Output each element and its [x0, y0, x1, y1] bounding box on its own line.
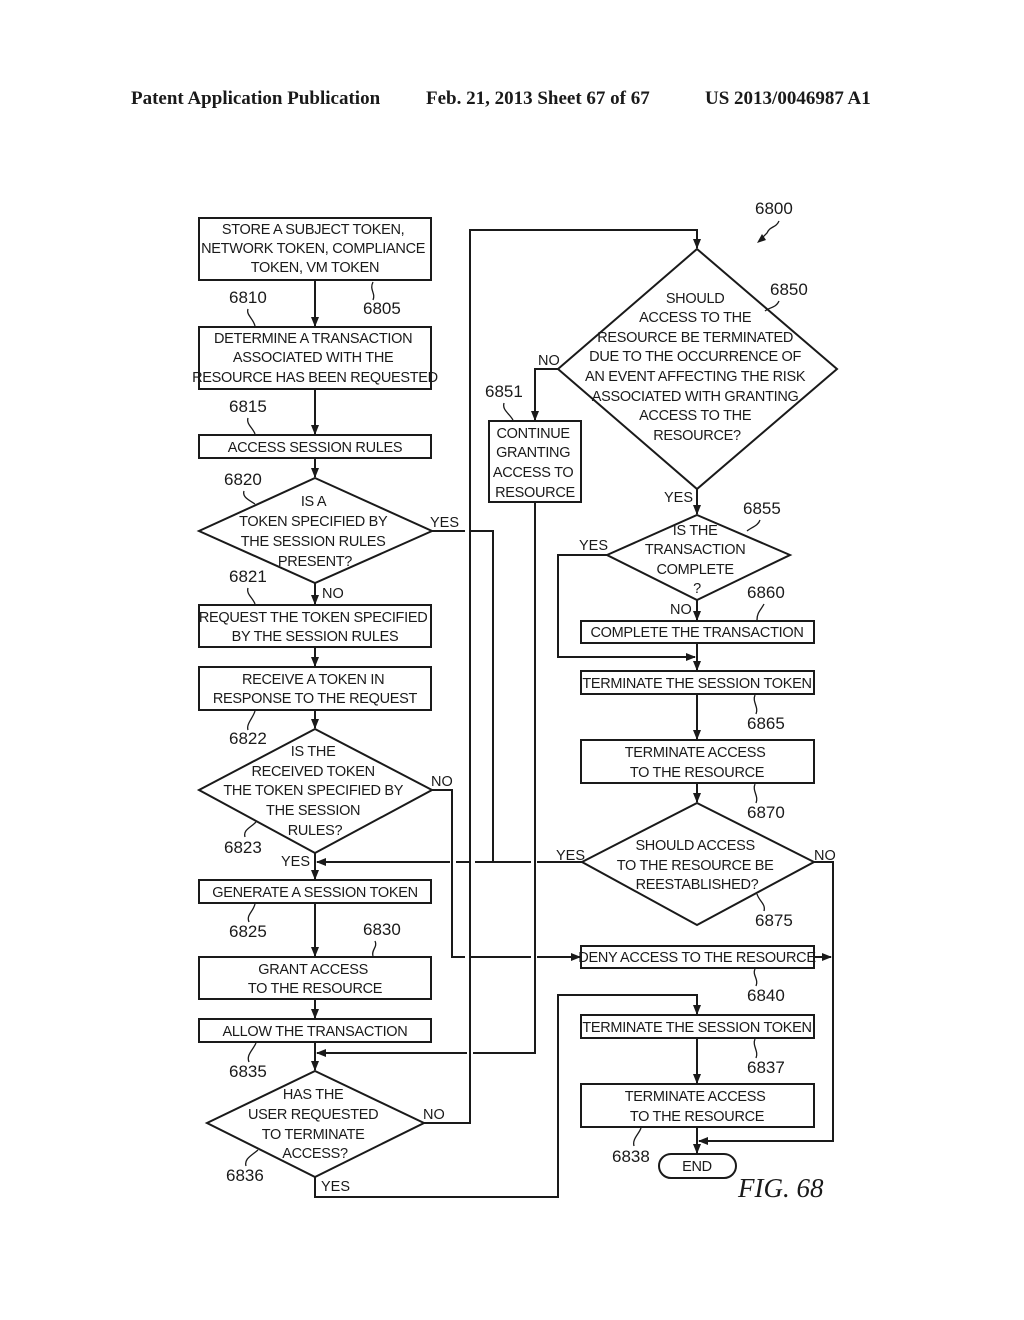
ref-6800: 6800: [755, 199, 793, 218]
svg-text:GENERATE A SESSION TOKEN: GENERATE A SESSION TOKEN: [212, 885, 418, 901]
node-6805: STORE A SUBJECT TOKEN, NETWORK TOKEN, CO…: [198, 217, 432, 281]
svg-text:ACCESS SESSION RULES: ACCESS SESSION RULES: [228, 440, 403, 456]
node-6835: ALLOW THE TRANSACTION: [198, 1018, 432, 1043]
node-6860: COMPLETE THE TRANSACTION: [580, 620, 815, 644]
label-6855-yes: YES: [579, 538, 608, 554]
svg-text:END: END: [682, 1159, 712, 1175]
svg-text:SHOULD ACCESS TO THE RES: SHOULD ACCESS TO THE RESOURCE BE REESTAB…: [617, 838, 778, 893]
ref-6850-lead: [764, 300, 780, 312]
ref-6837: 6837: [747, 1058, 785, 1077]
ref-6805-lead: [371, 281, 375, 301]
ref-6875-lead: [756, 893, 765, 912]
ref-6822: 6822: [229, 729, 267, 748]
label-6836-yes: YES: [321, 1179, 350, 1195]
ref-6860-lead: [756, 603, 765, 621]
ref-6865: 6865: [747, 714, 785, 733]
ref-6830: 6830: [363, 920, 401, 939]
svg-text:TERMINATE THE SESSION TOKEN: TERMINATE THE SESSION TOKEN: [582, 1020, 811, 1036]
ref-6805: 6805: [363, 299, 401, 318]
ref-6823: 6823: [224, 838, 262, 857]
label-6820-no: NO: [322, 586, 344, 602]
node-6821: REQUEST THE TOKEN SPECIFIED BY THE SESSI…: [198, 604, 432, 648]
ref-6815: 6815: [229, 397, 267, 416]
svg-text:ALLOW THE TRANSACTION: ALLOW THE TRANSACTION: [223, 1024, 408, 1040]
ref-6835: 6835: [229, 1062, 267, 1081]
label-6850-no: NO: [538, 353, 560, 369]
label-6855-no: NO: [670, 602, 692, 618]
ref-6835-lead: [247, 1042, 257, 1063]
ref-6822-lead: [247, 710, 256, 731]
ref-6840: 6840: [747, 986, 785, 1005]
node-6830: GRANT ACCESS TO THE RESOURCE: [198, 956, 432, 1000]
ref-6820: 6820: [224, 470, 262, 489]
node-6851: CONTINUE GRANTING ACCESS TO RESOURCE: [488, 420, 582, 503]
node-6825: GENERATE A SESSION TOKEN: [198, 879, 432, 904]
ref-6810-lead: [247, 308, 256, 327]
connector-6823-no: [432, 789, 580, 957]
ref-6830-lead: [371, 940, 377, 957]
label-6823-no: NO: [431, 774, 453, 790]
connector-6850-no: [531, 368, 558, 421]
ref-6870-lead: [753, 783, 758, 804]
ref-6823-lead: [244, 821, 257, 838]
node-6870: TERMINATE ACCESS TO THE RESOURCE: [580, 739, 815, 784]
ref-6836: 6836: [226, 1166, 264, 1185]
node-6822: RECEIVE A TOKEN IN RESPONSE TO THE REQUE…: [198, 666, 432, 711]
node-6810: DETERMINE A TRANSACTION ASSOCIATED WITH …: [192, 326, 438, 390]
ref-6821: 6821: [229, 567, 267, 586]
label-6850-yes: YES: [664, 490, 693, 506]
ref-6825: 6825: [229, 922, 267, 941]
ref-6851: 6851: [485, 382, 523, 401]
ref-6838: 6838: [612, 1147, 650, 1166]
ref-6810: 6810: [229, 288, 267, 307]
ref-6870: 6870: [747, 803, 785, 822]
ref-6855: 6855: [743, 499, 781, 518]
svg-text:DENY ACCESS TO THE RESOURCE: DENY ACCESS TO THE RESOURCE: [578, 950, 816, 966]
ref-6836-lead: [245, 1149, 259, 1167]
svg-text:COMPLETE THE TRANSACTION: COMPLETE THE TRANSACTION: [590, 625, 803, 641]
ref-6850: 6850: [770, 280, 808, 299]
label-6823-yes: YES: [281, 854, 310, 870]
ref-6855-lead: [746, 519, 761, 532]
node-6838: TERMINATE ACCESS TO THE RESOURCE: [580, 1083, 815, 1128]
ref-6825-lead: [247, 903, 256, 923]
ref-6815-lead: [247, 417, 256, 435]
ref-6865-lead: [753, 694, 758, 715]
ref-6821-lead: [247, 587, 256, 605]
node-6815: ACCESS SESSION RULES: [198, 434, 432, 459]
terminal-end: END: [658, 1153, 737, 1179]
node-6865: TERMINATE THE SESSION TOKEN: [580, 670, 815, 695]
figure-label: FIG. 68: [737, 1173, 824, 1203]
label-6875-yes: YES: [556, 848, 585, 864]
ref-6860: 6860: [747, 583, 785, 602]
connector-6820-yes: [432, 530, 494, 862]
node-6837: TERMINATE THE SESSION TOKEN: [580, 1014, 815, 1039]
decision-6836: HAS THE USER REQUESTED TO TERMINATE ACCE…: [204, 1069, 427, 1179]
ref-6840-lead: [753, 968, 758, 987]
ref-6875: 6875: [755, 911, 793, 930]
label-6836-no: NO: [423, 1107, 445, 1123]
node-6840: DENY ACCESS TO THE RESOURCE: [578, 945, 817, 969]
svg-text:IS THE RECEIVED TOKEN: IS THE RECEIVED TOKEN THE TOKEN SPECIFIE…: [223, 744, 406, 839]
ref-6820-lead: [243, 490, 256, 505]
label-6875-no: NO: [814, 848, 836, 864]
ref-6837-lead: [753, 1038, 758, 1059]
ref-6851-lead: [503, 402, 514, 421]
ref-6838-lead: [633, 1127, 642, 1147]
label-6820-yes: YES: [430, 515, 459, 531]
svg-text:TERMINATE THE SESSION TOKEN: TERMINATE THE SESSION TOKEN: [582, 676, 811, 692]
flowchart: STORE A SUBJECT TOKEN, NETWORK TOKEN, CO…: [192, 199, 839, 1203]
